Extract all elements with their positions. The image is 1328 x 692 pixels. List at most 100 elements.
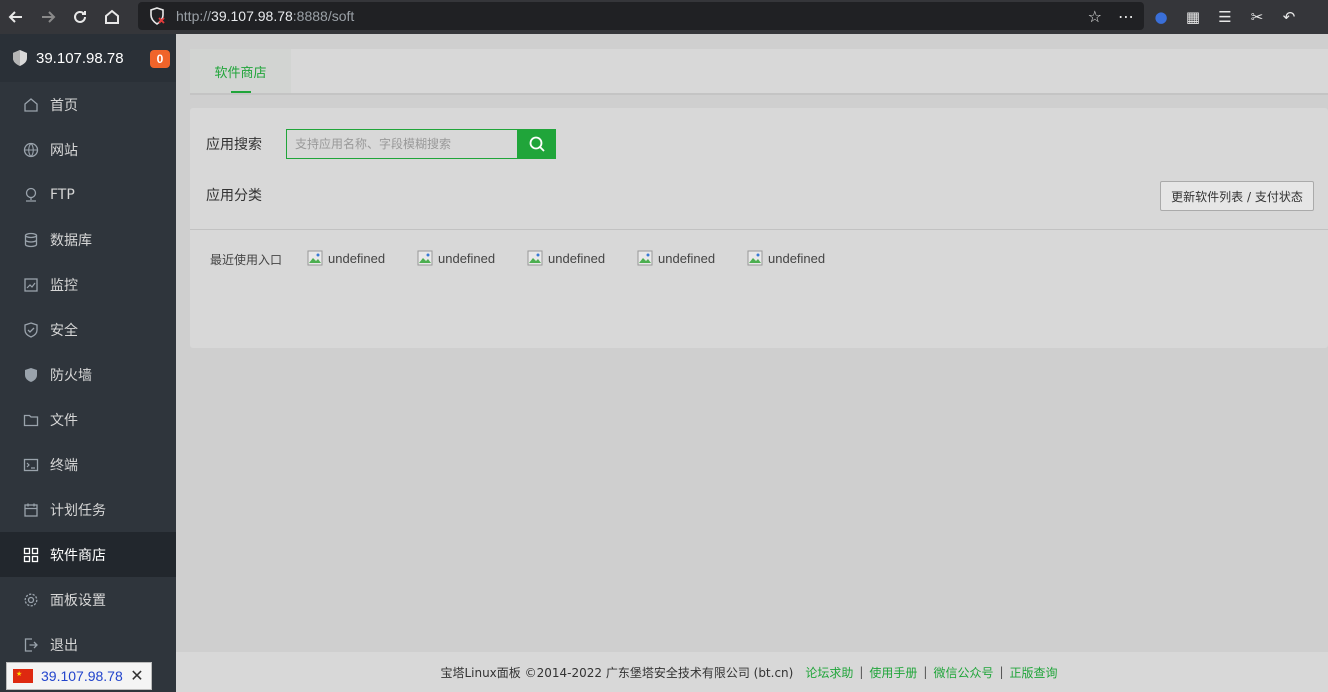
sidebar-item-panel-settings[interactable]: 面板设置 <box>0 577 176 622</box>
recent-items-list: undefined undefined undefined undefined … <box>307 250 857 266</box>
shield-icon <box>23 321 39 338</box>
arrow-right-icon <box>42 11 56 23</box>
reload-icon <box>74 10 86 23</box>
footer-separator: | <box>999 665 1004 679</box>
broken-image-icon <box>527 250 543 266</box>
tab-active-indicator <box>231 91 251 93</box>
sidebar-item-label: 文件 <box>50 412 78 429</box>
globe-icon <box>23 142 39 158</box>
footer-separator: | <box>859 665 864 679</box>
arrow-left-icon <box>8 11 22 23</box>
footer-link-verify[interactable]: 正版查询 <box>1010 664 1058 681</box>
sidebar-item-label: 数据库 <box>50 232 92 249</box>
status-tip-ip[interactable]: 39.107.98.78 <box>41 668 123 684</box>
monitor-icon <box>23 277 39 293</box>
notification-badge[interactable]: 0 <box>150 50 170 68</box>
recent-item[interactable]: undefined <box>417 250 527 266</box>
footer-link-manual[interactable]: 使用手册 <box>869 664 917 681</box>
sidebar-item-software-store[interactable]: 软件商店 <box>0 532 176 577</box>
star-icon[interactable]: ☆ <box>1088 7 1102 26</box>
url-path: :8888/soft <box>292 8 355 24</box>
sidebar-item-files[interactable]: 文件 <box>0 397 176 442</box>
recent-item-label: undefined <box>768 250 826 266</box>
sidebar-item-home[interactable]: 首页 <box>0 82 176 127</box>
recent-item-label: undefined <box>328 250 386 266</box>
sidebar-item-label: 监控 <box>50 277 78 294</box>
sidebar-item-label: 首页 <box>50 97 78 114</box>
footer-copyright: 宝塔Linux面板 ©2014-2022 广东堡塔安全技术有限公司 (bt.cn… <box>440 665 794 680</box>
firewall-icon <box>23 367 39 383</box>
china-flag-icon: ★ <box>13 669 33 683</box>
broken-image-icon <box>307 250 323 266</box>
sidebar-item-logout[interactable]: 退出 <box>0 622 176 667</box>
recent-label: 最近使用入口 <box>210 253 283 267</box>
undo-icon[interactable]: ↶ <box>1280 8 1298 26</box>
main-content: 软件商店 应用搜索 应用分类 更新软件列表 / 支付状态 最近使用入口 unde… <box>176 34 1328 692</box>
reload-button[interactable] <box>64 2 96 32</box>
shield-warning-icon <box>150 7 165 25</box>
sidebar-item-label: 网站 <box>50 142 78 159</box>
favorites-list-icon[interactable]: ☰ <box>1216 8 1234 26</box>
sidebar-item-monitor[interactable]: 监控 <box>0 262 176 307</box>
apps-grid-icon <box>23 547 39 563</box>
more-icon[interactable]: ⋯ <box>1118 7 1134 26</box>
url-scheme: http:// <box>176 8 212 24</box>
server-shield-icon <box>13 50 27 66</box>
folder-icon <box>23 412 39 428</box>
recent-item[interactable]: undefined <box>747 250 857 266</box>
sidebar-item-label: 退出 <box>50 637 78 654</box>
home-icon <box>23 97 39 113</box>
footer-link-forum[interactable]: 论坛求助 <box>805 664 853 681</box>
calendar-icon <box>23 502 39 518</box>
footer-separator: | <box>923 665 928 679</box>
search-button[interactable] <box>517 129 556 159</box>
category-label: 应用分类 <box>206 188 262 204</box>
sidebar-item-label: FTP <box>50 186 75 203</box>
home-outline-icon <box>105 9 119 24</box>
home-button[interactable] <box>96 2 128 32</box>
sidebar-item-website[interactable]: 网站 <box>0 127 176 172</box>
sidebar-item-terminal[interactable]: 终端 <box>0 442 176 487</box>
close-icon[interactable]: ✕ <box>129 667 145 685</box>
software-panel: 应用搜索 应用分类 更新软件列表 / 支付状态 最近使用入口 undefined… <box>190 108 1328 348</box>
recent-item-label: undefined <box>548 250 606 266</box>
address-bar[interactable]: http://39.107.98.78:8888/soft ☆ ⋯ <box>138 2 1144 30</box>
sidebar-item-label: 计划任务 <box>50 502 106 519</box>
location-pin-icon[interactable]: ● <box>1152 8 1170 26</box>
terminal-icon <box>23 457 39 473</box>
recent-item[interactable]: undefined <box>307 250 417 266</box>
broken-image-icon <box>417 250 433 266</box>
broken-image-icon <box>637 250 653 266</box>
scissors-icon[interactable]: ✂ <box>1248 8 1266 26</box>
sidebar-item-label: 终端 <box>50 457 78 474</box>
sidebar-item-ftp[interactable]: FTP <box>0 172 176 217</box>
sidebar-item-label: 安全 <box>50 322 78 339</box>
ip-status-tip: ★ 39.107.98.78 ✕ <box>6 662 152 690</box>
sidebar-item-security[interactable]: 安全 <box>0 307 176 352</box>
recent-item[interactable]: undefined <box>527 250 637 266</box>
sidebar-item-firewall[interactable]: 防火墙 <box>0 352 176 397</box>
footer-link-wechat[interactable]: 微信公众号 <box>933 664 993 681</box>
tab-software-store[interactable]: 软件商店 <box>190 49 291 93</box>
url-host: 39.107.98.78 <box>211 8 293 24</box>
search-icon <box>529 136 545 152</box>
extensions-grid-icon[interactable]: ▦ <box>1184 8 1202 26</box>
tab-bar: 软件商店 <box>190 49 1328 95</box>
url-text: http://39.107.98.78:8888/soft <box>176 8 354 24</box>
search-input[interactable] <box>286 129 518 159</box>
database-icon <box>23 232 39 248</box>
gear-icon <box>23 592 39 608</box>
divider <box>190 229 1328 230</box>
back-button[interactable] <box>0 2 32 32</box>
search-label: 应用搜索 <box>206 137 262 153</box>
sidebar-header: 39.107.98.78 0 <box>0 34 176 82</box>
forward-button[interactable] <box>32 2 64 32</box>
sidebar-item-database[interactable]: 数据库 <box>0 217 176 262</box>
recent-item-label: undefined <box>438 250 496 266</box>
update-software-list-button[interactable]: 更新软件列表 / 支付状态 <box>1160 181 1314 211</box>
sidebar-item-cron[interactable]: 计划任务 <box>0 487 176 532</box>
sidebar-item-label: 防火墙 <box>50 367 92 384</box>
recent-item[interactable]: undefined <box>637 250 747 266</box>
sidebar-item-label: 软件商店 <box>50 547 106 564</box>
recent-item-label: undefined <box>658 250 716 266</box>
